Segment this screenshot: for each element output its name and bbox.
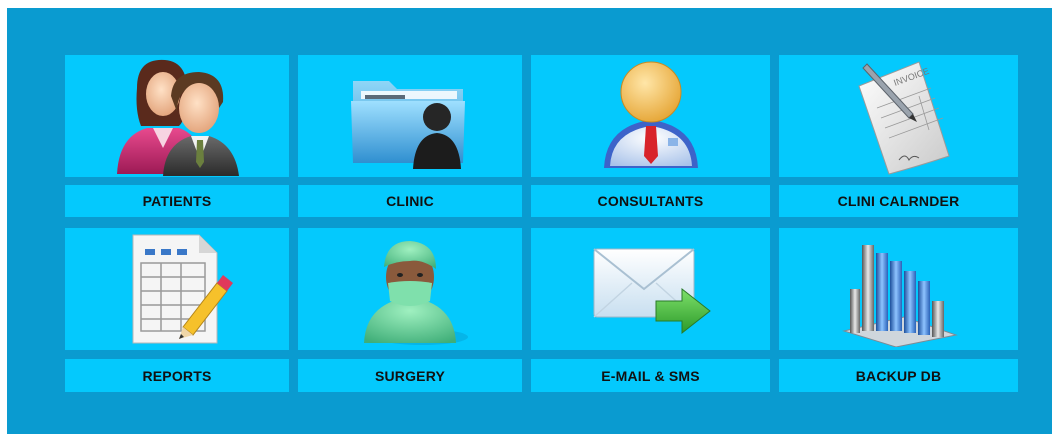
report-table-icon bbox=[132, 234, 233, 344]
consultant-icon bbox=[603, 61, 698, 168]
surgery-tile[interactable] bbox=[298, 228, 522, 350]
folder-user-icon bbox=[351, 81, 465, 169]
clinic-label: CLINIC bbox=[386, 193, 434, 209]
email-sms-label-bar[interactable]: E-MAIL & SMS bbox=[531, 359, 770, 392]
consultants-tile[interactable] bbox=[531, 55, 770, 177]
backup-db-label: BACKUP DB bbox=[855, 367, 942, 384]
patients-icon bbox=[117, 59, 239, 176]
reports-label: REPORTS bbox=[142, 367, 212, 384]
email-sms-tile[interactable] bbox=[531, 228, 770, 350]
backup-db-label-bar[interactable]: BACKUP DB bbox=[779, 359, 1018, 392]
consultants-label-bar[interactable]: CONSULTANTS bbox=[531, 185, 770, 217]
clinic-label-bar[interactable]: CLINIC bbox=[298, 185, 522, 217]
bar-chart-icon bbox=[841, 245, 958, 347]
patients-label-bar[interactable]: PATIENTS bbox=[65, 185, 289, 217]
email-send-icon bbox=[592, 248, 711, 335]
clinic-calendar-label: CLINI CALRNDER bbox=[837, 193, 960, 209]
surgery-label-bar[interactable]: SURGERY bbox=[298, 359, 522, 392]
invoice-icon: INVOICE bbox=[857, 61, 950, 175]
clinic-tile[interactable] bbox=[298, 55, 522, 177]
clinic-calendar-label-bar[interactable]: CLINI CALRNDER bbox=[779, 185, 1018, 217]
email-sms-label: E-MAIL & SMS bbox=[601, 367, 700, 384]
surgery-label: SURGERY bbox=[374, 367, 446, 384]
patients-tile[interactable] bbox=[65, 55, 289, 177]
consultants-label: CONSULTANTS bbox=[597, 193, 704, 209]
patients-label: PATIENTS bbox=[142, 193, 212, 209]
surgeon-icon bbox=[364, 241, 468, 345]
backup-db-tile[interactable] bbox=[779, 228, 1018, 350]
reports-tile[interactable] bbox=[65, 228, 289, 350]
clinic-calendar-tile[interactable]: INVOICE bbox=[779, 55, 1018, 177]
reports-label-bar[interactable]: REPORTS bbox=[65, 359, 289, 392]
